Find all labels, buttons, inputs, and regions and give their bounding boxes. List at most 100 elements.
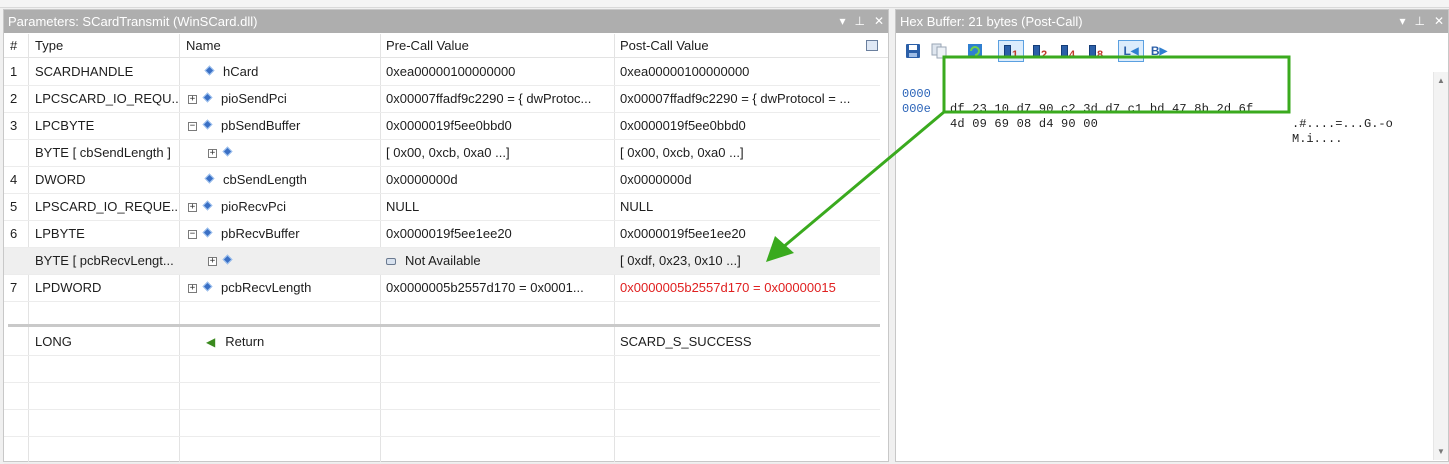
column-header-name[interactable]: Name bbox=[180, 34, 380, 57]
table-row[interactable]: 3 LPCBYTE − pbSendBuffer 0x0000019f5ee0bb… bbox=[4, 113, 880, 140]
refresh-button[interactable] bbox=[963, 40, 987, 62]
byte-1-button[interactable]: 1 bbox=[998, 40, 1024, 62]
collapse-icon[interactable]: − bbox=[188, 122, 197, 132]
hex-ascii[interactable]: M.i.... bbox=[1292, 132, 1342, 147]
parameter-icon bbox=[202, 119, 213, 130]
row-name-text: pioRecvPci bbox=[221, 199, 287, 214]
table-row[interactable]: 7 LPDWORD + pcbRecvLength 0x0000005b2557d… bbox=[4, 275, 880, 302]
column-header-post-call[interactable]: Post-Call Value bbox=[615, 34, 880, 57]
byte-8-button[interactable]: 8 bbox=[1083, 40, 1109, 62]
row-post-value: 0x0000000d bbox=[620, 172, 692, 187]
column-header-type[interactable]: Type bbox=[29, 34, 179, 57]
row-type: LPSCARD_IO_REQUE... bbox=[35, 199, 179, 214]
hex-line: 0000 df 23 10 d7 90 c2 3d d7 c1 bd 47 8b… bbox=[896, 72, 1393, 131]
empty-row bbox=[4, 410, 880, 437]
row-type: LPDWORD bbox=[35, 280, 102, 295]
scroll-down-icon[interactable]: ▼ bbox=[1437, 447, 1445, 456]
arrow-left-icon: ◀ bbox=[1130, 45, 1139, 57]
row-name-text: cbSendLength bbox=[223, 172, 307, 187]
copy-button[interactable] bbox=[927, 40, 951, 62]
hex-bytes[interactable]: 4d 09 69 08 d4 90 00 bbox=[950, 117, 1098, 132]
row-post-value: NULL bbox=[620, 199, 654, 214]
return-name-text: Return bbox=[225, 334, 265, 349]
row-number: 5 bbox=[10, 199, 18, 214]
table-row[interactable]: 2 LPCSCARD_IO_REQU... + pioSendPci 0x0000… bbox=[4, 86, 880, 113]
pin-icon[interactable]: ⊥ bbox=[854, 10, 864, 33]
close-icon[interactable]: ✕ bbox=[874, 10, 884, 33]
row-name: + pcbRecvLength bbox=[180, 275, 380, 301]
expand-icon[interactable]: + bbox=[208, 257, 217, 267]
row-name: hCard bbox=[180, 59, 380, 85]
row-pre-value-text: Not Available bbox=[405, 253, 481, 268]
table-row-selected[interactable]: BYTE [ pcbRecvLengt... + Not Available [… bbox=[4, 248, 880, 275]
expand-icon[interactable]: + bbox=[188, 203, 197, 213]
return-arrow-icon: ◀ bbox=[206, 335, 216, 349]
byte-2-label: 2 bbox=[1040, 49, 1048, 61]
byte-2-button[interactable]: 2 bbox=[1027, 40, 1053, 62]
row-name: + bbox=[180, 248, 380, 274]
column-header-number[interactable]: # bbox=[4, 34, 28, 57]
top-strip bbox=[0, 0, 1449, 8]
row-name: − pbSendBuffer bbox=[180, 113, 380, 139]
byte-4-button[interactable]: 4 bbox=[1055, 40, 1081, 62]
row-pre-value: 0x0000005b2557d170 = 0x0001... bbox=[386, 280, 584, 295]
byte-4-label: 4 bbox=[1068, 49, 1076, 61]
row-post-value: [ 0x00, 0xcb, 0xa0 ...] bbox=[620, 145, 744, 160]
row-name-text: pcbRecvLength bbox=[221, 280, 312, 295]
hex-offset: 000e bbox=[902, 102, 931, 116]
row-name: + pioRecvPci bbox=[180, 194, 380, 220]
scroll-up-icon[interactable]: ▲ bbox=[1437, 76, 1445, 85]
close-icon[interactable]: ✕ bbox=[1434, 10, 1444, 33]
hex-view[interactable]: 0000 df 23 10 d7 90 c2 3d d7 c1 bd 47 8b… bbox=[896, 72, 1434, 460]
chevron-down-icon[interactable]: ▾ bbox=[1399, 10, 1405, 33]
pin-icon[interactable]: ⊥ bbox=[1414, 10, 1424, 33]
row-name: cbSendLength bbox=[180, 167, 380, 193]
chevron-down-icon[interactable]: ▾ bbox=[839, 10, 845, 33]
parameter-icon bbox=[202, 227, 213, 238]
parameter-icon bbox=[222, 254, 233, 265]
hex-buffer-panel: Hex Buffer: 21 bytes (Post-Call) ▾ ⊥ ✕ 1… bbox=[895, 9, 1449, 462]
row-type: BYTE [ cbSendLength ] bbox=[35, 145, 171, 160]
hex-ascii[interactable]: .#....=...G.-o bbox=[1292, 117, 1393, 132]
row-pre-value: 0x0000019f5ee1ee20 bbox=[386, 226, 512, 241]
hex-bytes[interactable]: df 23 10 d7 90 c2 3d d7 c1 bd 47 8b 2d 6… bbox=[950, 102, 1253, 117]
row-type: LPCBYTE bbox=[35, 118, 95, 133]
row-name: − pbRecvBuffer bbox=[180, 221, 380, 247]
row-number bbox=[4, 248, 28, 274]
row-type: BYTE [ pcbRecvLengt... bbox=[35, 253, 174, 268]
save-button[interactable] bbox=[901, 40, 925, 62]
sheet-icon bbox=[1060, 45, 1068, 57]
vertical-scrollbar[interactable]: ▲ ▼ bbox=[1433, 72, 1448, 460]
row-number: 4 bbox=[10, 172, 18, 187]
table-row[interactable]: 4 DWORD cbSendLength 0x0000000d 0x000000… bbox=[4, 167, 880, 194]
row-name-text: hCard bbox=[223, 64, 259, 79]
row-post-value: [ 0xdf, 0x23, 0x10 ...] bbox=[620, 253, 741, 268]
expand-icon[interactable]: + bbox=[188, 284, 197, 294]
little-endian-label: L bbox=[1123, 44, 1131, 58]
table-row[interactable]: BYTE [ cbSendLength ] + [ 0x00, 0xcb, 0x… bbox=[4, 140, 880, 167]
hex-line: 000e 4d 09 69 08 d4 90 00 M.i.... bbox=[896, 87, 1342, 146]
row-type: DWORD bbox=[35, 172, 86, 187]
expand-icon[interactable]: + bbox=[188, 95, 197, 105]
copy-icon bbox=[931, 43, 947, 59]
table-row[interactable]: 6 LPBYTE − pbRecvBuffer 0x0000019f5ee1ee2… bbox=[4, 221, 880, 248]
table-row[interactable]: 1 SCARDHANDLE hCard 0xea00000100000000 0… bbox=[4, 59, 880, 86]
row-post-value: 0xea00000100000000 bbox=[620, 64, 750, 79]
row-number: 6 bbox=[10, 226, 18, 241]
table-row[interactable]: 5 LPSCARD_IO_REQUE... + pioRecvPci NULL N… bbox=[4, 194, 880, 221]
big-endian-button[interactable]: B ▶ bbox=[1146, 40, 1172, 62]
column-header-pre-call[interactable]: Pre-Call Value bbox=[381, 34, 614, 57]
parameter-icon bbox=[204, 65, 215, 76]
column-chooser-icon[interactable] bbox=[866, 40, 878, 51]
arrow-right-icon: ▶ bbox=[1159, 45, 1168, 57]
return-name: ◀ Return bbox=[180, 329, 380, 355]
collapse-icon[interactable]: − bbox=[188, 230, 197, 240]
expand-icon[interactable]: + bbox=[208, 149, 217, 159]
little-endian-button[interactable]: L ◀ bbox=[1118, 40, 1144, 62]
row-post-value: 0x0000019f5ee0bbd0 bbox=[620, 118, 746, 133]
row-pre-value: 0x0000000d bbox=[386, 172, 458, 187]
row-name: + pioSendPci bbox=[180, 86, 380, 112]
byte-8-label: 8 bbox=[1096, 49, 1104, 61]
return-row[interactable]: LONG ◀ Return SCARD_S_SUCCESS bbox=[4, 329, 880, 356]
row-type: LPBYTE bbox=[35, 226, 85, 241]
